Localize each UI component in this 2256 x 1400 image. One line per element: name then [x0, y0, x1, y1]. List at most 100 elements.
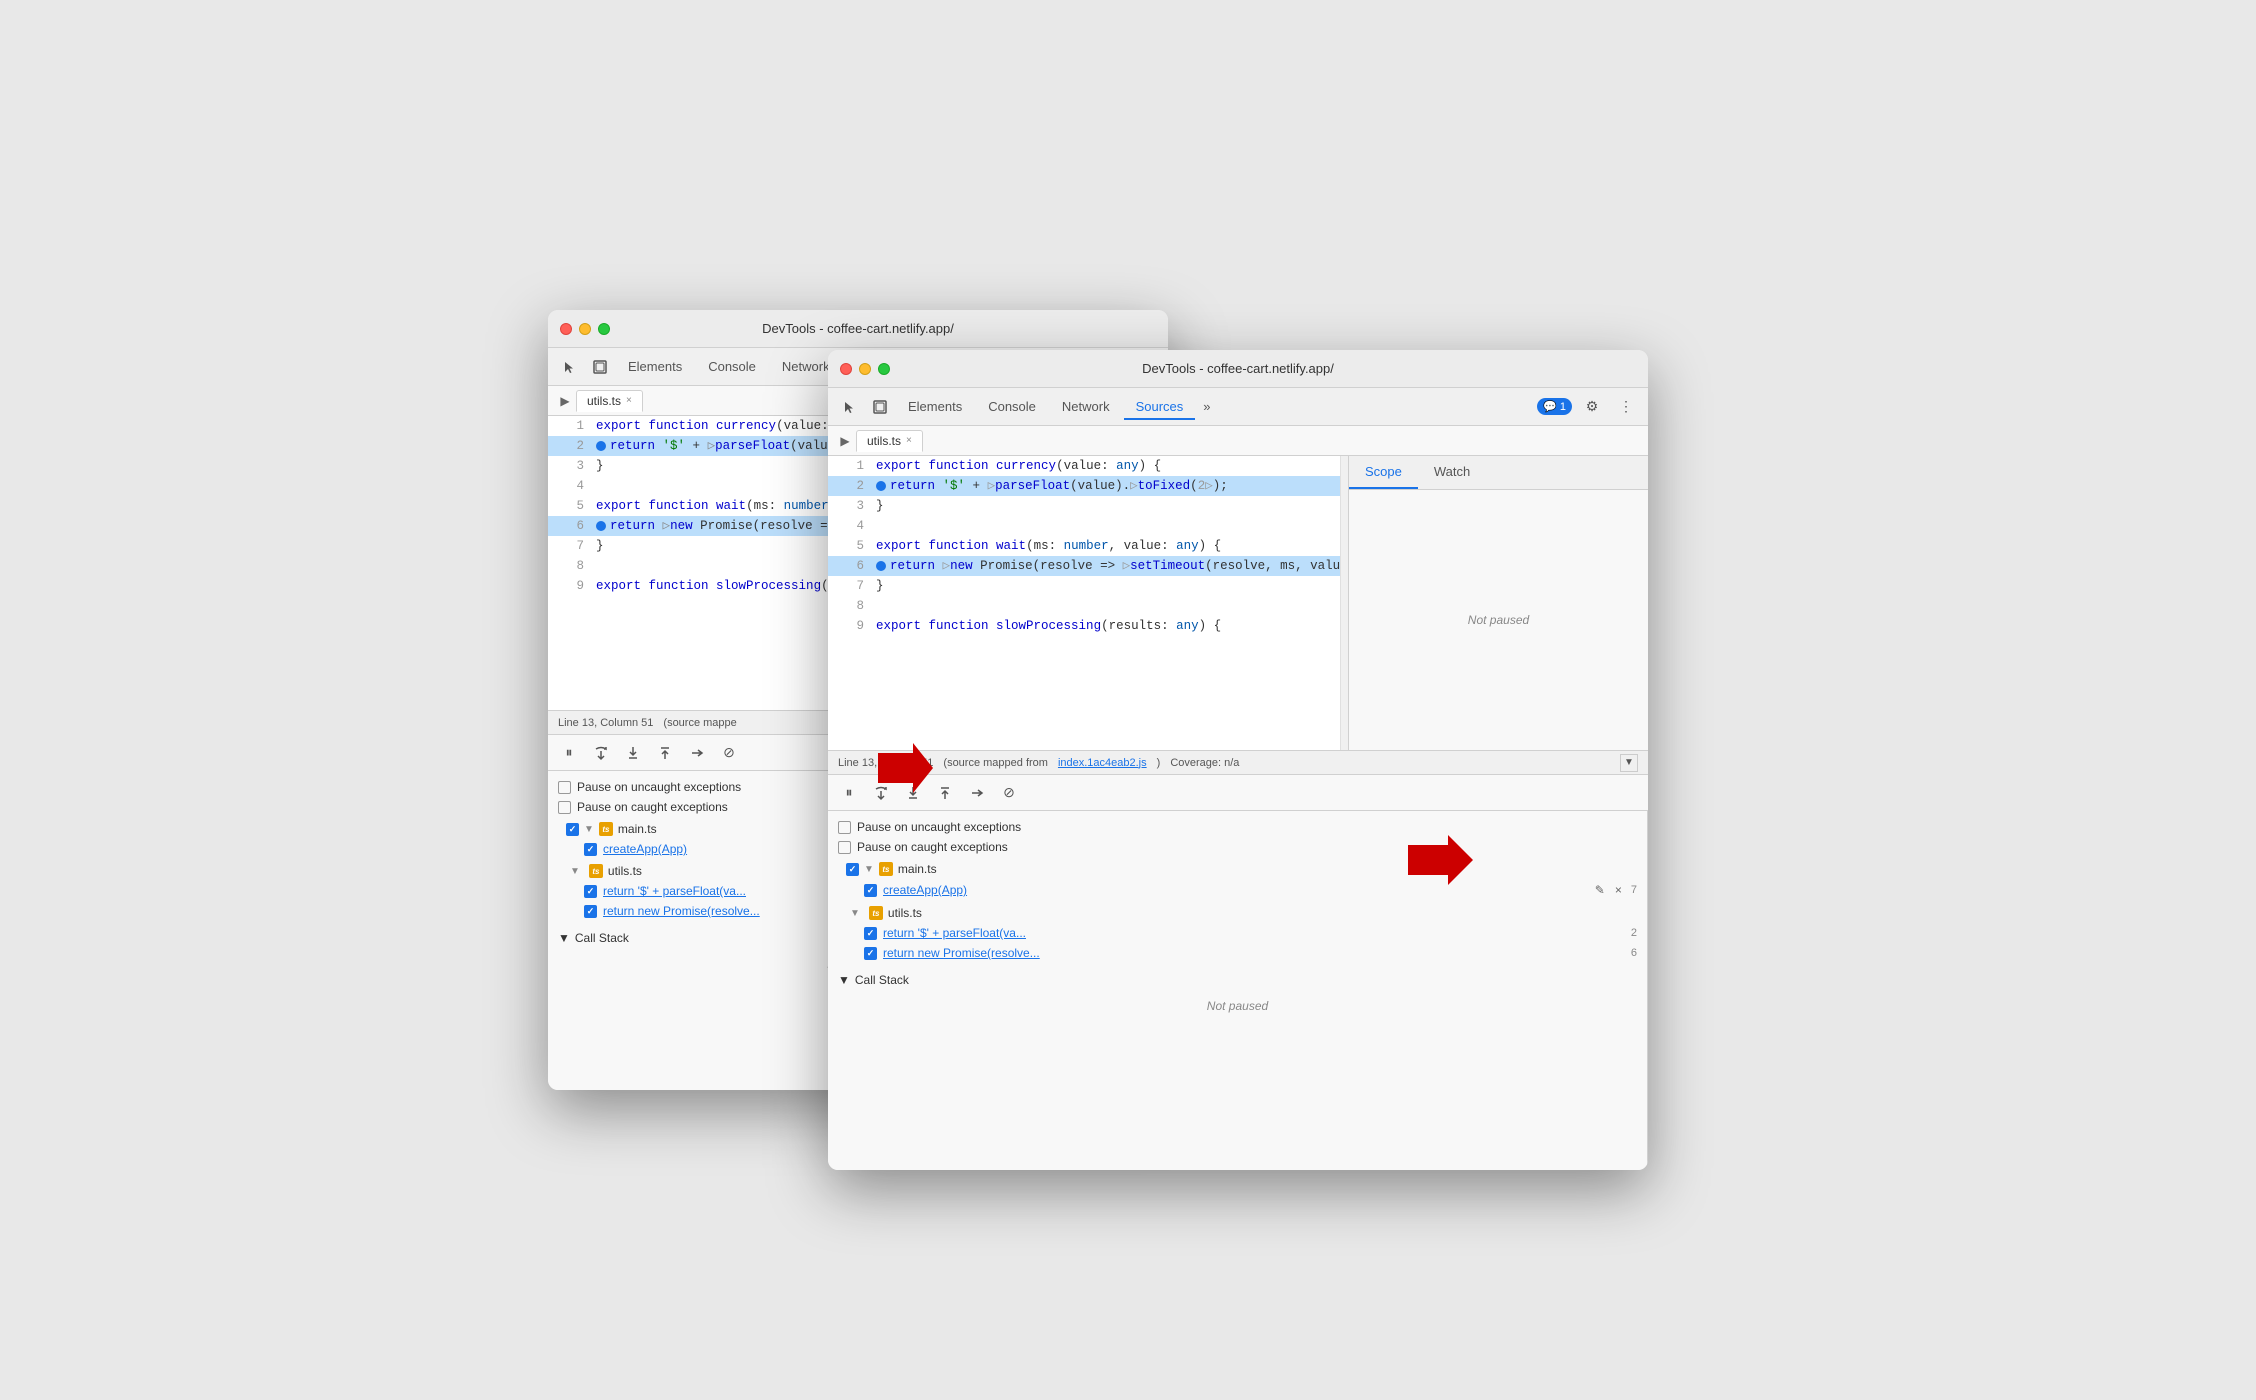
- bp-return2-checkbox-back[interactable]: [584, 905, 597, 918]
- ts-icon-main-front: ts: [879, 862, 893, 876]
- devtools-window-front: DevTools - coffee-cart.netlify.app/ Elem…: [828, 350, 1648, 1170]
- cursor-position-back: Line 13, Column 51: [558, 717, 653, 729]
- file-tabbar-front: ▶ utils.ts ×: [828, 426, 1648, 456]
- bp-file-header-utils-front[interactable]: ▼ ts utils.ts: [828, 903, 1647, 923]
- tab-console-back[interactable]: Console: [696, 353, 768, 380]
- tab-network-front[interactable]: Network: [1050, 393, 1122, 420]
- nav-play-icon-front[interactable]: ▶: [834, 430, 856, 452]
- pause-uncaught-checkbox-front[interactable]: [838, 821, 851, 834]
- traffic-lights-front: [840, 363, 890, 375]
- right-panel-front: Scope Watch Not paused: [1348, 456, 1648, 750]
- tab-console-front[interactable]: Console: [976, 393, 1048, 420]
- bp-file-group-main-front: ▼ ts main.ts createApp(App) ✎ ×: [828, 859, 1647, 901]
- bp-item-createapp-front[interactable]: createApp(App) ✎ × 7: [828, 879, 1647, 901]
- tab-watch-front[interactable]: Watch: [1418, 456, 1486, 489]
- step-out-btn-back[interactable]: [652, 740, 678, 766]
- scrollbar-front[interactable]: [1340, 456, 1348, 750]
- deactivate-btn-back[interactable]: ⊘: [716, 740, 742, 766]
- nav-play-icon-back[interactable]: ▶: [554, 390, 576, 412]
- code-line-3-front: 3 }: [828, 496, 1340, 516]
- settings-icon-front[interactable]: ⚙: [1578, 393, 1606, 421]
- close-button-front[interactable]: [840, 363, 852, 375]
- tab-elements-front[interactable]: Elements: [896, 393, 974, 420]
- code-line-7-front: 7 }: [828, 576, 1340, 596]
- call-stack-label-back: Call Stack: [575, 931, 629, 945]
- step-next-btn-back[interactable]: [684, 740, 710, 766]
- minimize-button-back[interactable]: [579, 323, 591, 335]
- bp-return1-checkbox-front[interactable]: [864, 927, 877, 940]
- bp-file-header-main-front[interactable]: ▼ ts main.ts: [828, 859, 1647, 879]
- source-file-link-front[interactable]: index.1ac4eab2.js: [1058, 757, 1147, 769]
- pause-uncaught-label-back: Pause on uncaught exceptions: [577, 780, 741, 794]
- status-bar-front: Line 13, Column 51 (source mapped from i…: [828, 750, 1648, 774]
- pause-uncaught-label-front: Pause on uncaught exceptions: [857, 820, 1021, 834]
- panel-content-front: Not paused: [1349, 490, 1648, 750]
- inspector-icon-front[interactable]: [866, 393, 894, 421]
- step-out-btn-front[interactable]: [932, 780, 958, 806]
- tabbar-front: Elements Console Network Sources » 💬 1 ⚙…: [828, 388, 1648, 426]
- tab-elements-back[interactable]: Elements: [616, 353, 694, 380]
- inspector-icon-back[interactable]: [586, 353, 614, 381]
- deactivate-btn-front[interactable]: ⊘: [996, 780, 1022, 806]
- bp-return1-text-front: return '$' + parseFloat(va...: [883, 926, 1625, 940]
- maximize-button-front[interactable]: [878, 363, 890, 375]
- bp-return1-checkbox-back[interactable]: [584, 885, 597, 898]
- pause-uncaught-checkbox-back[interactable]: [558, 781, 571, 794]
- bp-item-return1-front[interactable]: return '$' + parseFloat(va... 2: [828, 923, 1647, 943]
- bp-edit-btn-front[interactable]: ✎: [1592, 882, 1608, 898]
- code-line-9-front: 9 export function slowProcessing(results…: [828, 616, 1340, 636]
- step-next-btn-front[interactable]: [964, 780, 990, 806]
- bp-remove-btn-front[interactable]: ×: [1612, 882, 1625, 898]
- file-tab-label-front: utils.ts: [867, 434, 901, 448]
- more-icon-front[interactable]: ⋮: [1612, 393, 1640, 421]
- debug-controls-front: ⏸ ⊘: [828, 774, 1648, 810]
- file-tab-close-back[interactable]: ×: [626, 395, 632, 406]
- bottom-split-front: Pause on uncaught exceptions Pause on ca…: [828, 811, 1648, 1170]
- close-button-back[interactable]: [560, 323, 572, 335]
- pause-uncaught-front[interactable]: Pause on uncaught exceptions: [828, 817, 1647, 837]
- minimize-button-front[interactable]: [859, 363, 871, 375]
- ts-icon-utils-back: ts: [589, 864, 603, 878]
- code-line-2-front: 2 return '$' + ▷parseFloat(value).▷toFix…: [828, 476, 1340, 496]
- bp-createapp-actions-front: ✎ ×: [1592, 882, 1625, 898]
- bp-return2-checkbox-front[interactable]: [864, 947, 877, 960]
- bp-main-checkbox-back[interactable]: [566, 823, 579, 836]
- panel-not-paused-front: Not paused: [1460, 605, 1537, 635]
- pause-btn-front[interactable]: ⏸: [836, 780, 862, 806]
- bp-item-return2-front[interactable]: return new Promise(resolve... 6: [828, 943, 1647, 963]
- ts-icon-utils-front: ts: [869, 906, 883, 920]
- cursor-icon-front[interactable]: [836, 393, 864, 421]
- tabbar-right-front: 💬 1 ⚙ ⋮: [1537, 393, 1640, 421]
- step-over-btn-front[interactable]: [868, 780, 894, 806]
- code-editor-front: 1 export function currency(value: any) {…: [828, 456, 1340, 750]
- tab-scope-front[interactable]: Scope: [1349, 456, 1418, 489]
- coverage-btn-front[interactable]: ▼: [1620, 754, 1638, 772]
- pause-caught-label-front: Pause on caught exceptions: [857, 840, 1008, 854]
- step-into-btn-front[interactable]: [900, 780, 926, 806]
- file-tab-close-front[interactable]: ×: [906, 435, 912, 446]
- call-stack-header-front[interactable]: ▼ Call Stack: [828, 969, 1647, 991]
- pause-caught-checkbox-back[interactable]: [558, 801, 571, 814]
- bp-createapp-line-front: 7: [1631, 884, 1637, 896]
- pause-caught-checkbox-front[interactable]: [838, 841, 851, 854]
- bp-createapp-checkbox-front[interactable]: [864, 884, 877, 897]
- pause-caught-front[interactable]: Pause on caught exceptions: [828, 837, 1647, 857]
- notification-badge-front: 💬 1: [1537, 398, 1572, 415]
- step-into-btn-back[interactable]: [620, 740, 646, 766]
- bp-main-checkbox-front[interactable]: [846, 863, 859, 876]
- pause-btn-back[interactable]: ⏸: [556, 740, 582, 766]
- tab-sources-front[interactable]: Sources: [1124, 393, 1196, 420]
- maximize-button-back[interactable]: [598, 323, 610, 335]
- titlebar-back: DevTools - coffee-cart.netlify.app/: [548, 310, 1168, 348]
- cursor-position-front: Line 13, Column 51: [838, 757, 933, 769]
- bp-createapp-checkbox-back[interactable]: [584, 843, 597, 856]
- file-tab-utils-back[interactable]: utils.ts ×: [576, 390, 643, 412]
- call-stack-label-front: Call Stack: [855, 973, 909, 987]
- step-over-btn-back[interactable]: [588, 740, 614, 766]
- file-tab-utils-front[interactable]: utils.ts ×: [856, 430, 923, 452]
- titlebar-front: DevTools - coffee-cart.netlify.app/: [828, 350, 1648, 388]
- bp-file-name-utils-front: utils.ts: [888, 906, 922, 920]
- tab-more-front[interactable]: »: [1197, 395, 1216, 418]
- cursor-icon-back[interactable]: [556, 353, 584, 381]
- scene: DevTools - coffee-cart.netlify.app/ Elem…: [488, 250, 1768, 1150]
